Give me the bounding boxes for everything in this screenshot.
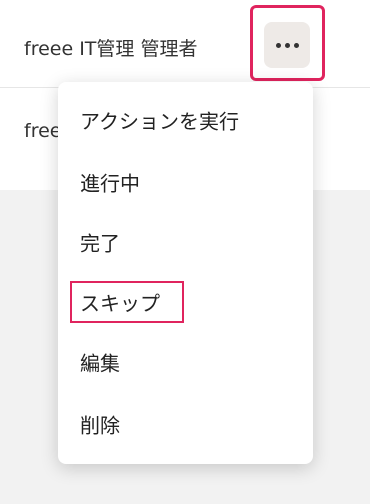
menu-item-edit[interactable]: 編集 bbox=[58, 332, 313, 392]
more-options-button[interactable] bbox=[264, 22, 310, 68]
menu-item-label: アクションを実行 bbox=[80, 109, 239, 134]
more-horizontal-icon bbox=[275, 42, 299, 48]
menu-item-label: 完了 bbox=[80, 231, 120, 256]
row-title: freee IT管理 管理者 bbox=[24, 38, 198, 60]
menu-item-label: 削除 bbox=[80, 413, 120, 438]
menu-item-in-progress[interactable]: 進行中 bbox=[58, 152, 313, 212]
menu-item-skip[interactable]: スキップ bbox=[58, 272, 313, 332]
action-menu: アクションを実行 進行中 完了 スキップ 編集 削除 bbox=[58, 82, 313, 464]
menu-item-label: 編集 bbox=[80, 351, 120, 376]
menu-item-delete[interactable]: 削除 bbox=[58, 394, 313, 454]
menu-item-label: スキップ bbox=[80, 291, 160, 316]
row-title: free bbox=[24, 120, 62, 142]
menu-item-complete[interactable]: 完了 bbox=[58, 212, 313, 272]
menu-item-label: 進行中 bbox=[80, 171, 140, 196]
menu-item-run-action[interactable]: アクションを実行 bbox=[58, 90, 313, 150]
